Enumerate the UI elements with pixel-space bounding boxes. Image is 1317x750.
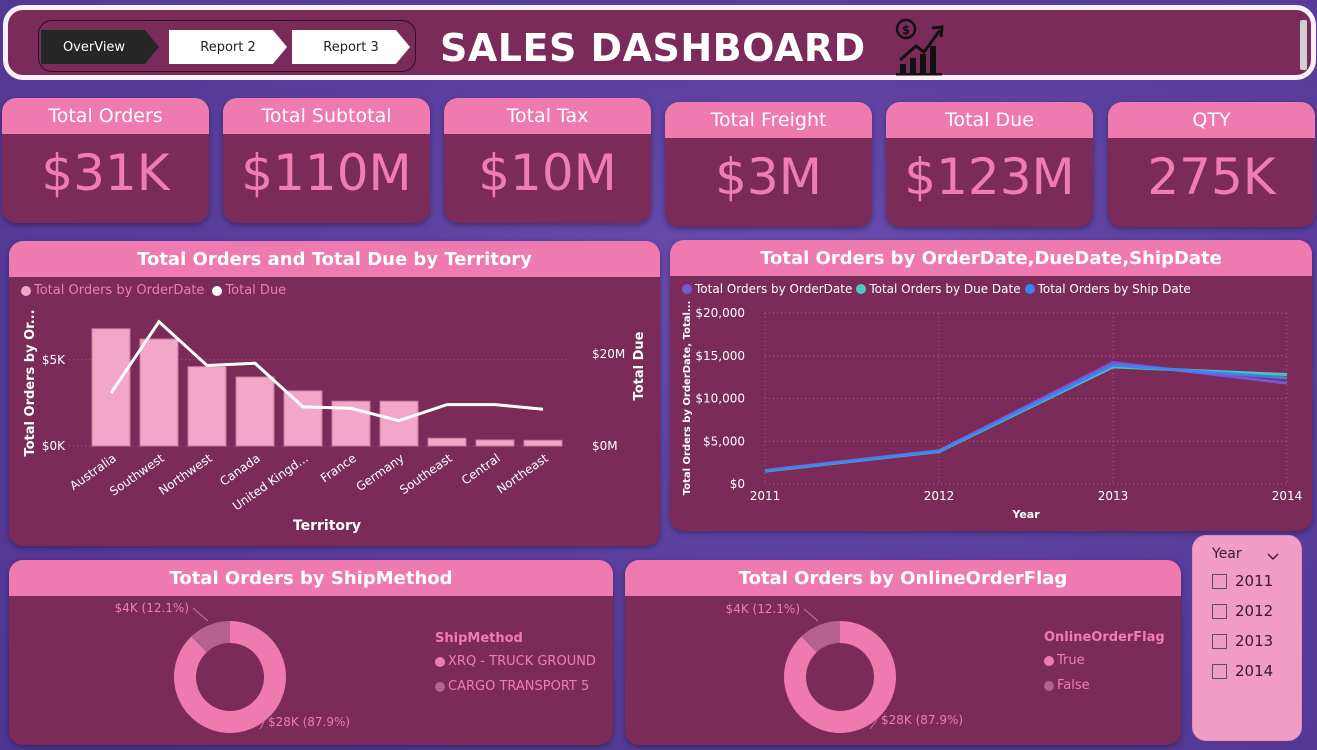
slicer-option-2012[interactable]: 2012 xyxy=(1212,602,1273,620)
checkbox[interactable] xyxy=(1212,573,1227,589)
territory-chart-card: Total Orders and Total Due by Territory … xyxy=(9,241,660,546)
data-label: $4K (12.1%) xyxy=(726,602,800,616)
nav-overview-button[interactable]: OverView xyxy=(41,30,159,64)
nav-report-3-button[interactable]: Report 3 xyxy=(292,30,410,64)
legend-item[interactable]: True xyxy=(1044,653,1085,668)
x-tick-label: Southeast xyxy=(397,451,455,497)
kpi-value: $123M xyxy=(904,148,1075,206)
slicer-option-2013[interactable]: 2013 xyxy=(1212,632,1273,650)
kpi-label: Total Tax xyxy=(444,98,651,134)
x-tick-label: Southwest xyxy=(107,451,167,499)
x-tick-label: 2014 xyxy=(1272,489,1303,503)
leader-line xyxy=(803,608,819,622)
slicer-title: Year xyxy=(1212,546,1242,562)
y2-tick-label: $20M xyxy=(592,347,625,361)
chart-growth-dollar-icon: $ xyxy=(892,18,946,80)
series-line xyxy=(764,363,1288,473)
kpi-qty: QTY 275K xyxy=(1108,102,1315,227)
leader-line xyxy=(192,607,209,622)
onlineorder-chart-card: Total Orders by OnlineOrderFlag $28K (87… xyxy=(625,560,1181,745)
header-scrollbar[interactable] xyxy=(1300,20,1307,70)
shipmethod-donut[interactable]: $28K (87.9%) $4K (12.1%) xyxy=(9,560,613,745)
kpi-value: 275K xyxy=(1147,148,1276,206)
x-tick-label: 2012 xyxy=(924,489,955,503)
shipmethod-legend-title: ShipMethod xyxy=(435,631,523,646)
x-axis-label: Year xyxy=(1011,508,1040,521)
bar xyxy=(283,390,323,447)
checkbox[interactable] xyxy=(1212,633,1227,649)
chevron-down-icon[interactable] xyxy=(1267,546,1279,565)
kpi-label: Total Orders xyxy=(2,98,209,134)
x-tick-label: 2011 xyxy=(750,489,781,503)
y-tick-label: $10,000 xyxy=(695,392,745,406)
kpi-value: $31K xyxy=(41,144,170,202)
y2-tick-label: $0M xyxy=(592,439,618,453)
y2-axis-label: Total Due xyxy=(632,331,647,400)
kpi-value: $10M xyxy=(478,144,617,202)
data-label: $4K (12.1%) xyxy=(115,601,189,615)
date-chart-card: Total Orders by OrderDate,DueDate,ShipDa… xyxy=(670,240,1312,531)
y-tick-label: $20,000 xyxy=(695,306,745,320)
data-label: $28K (87.9%) xyxy=(881,713,963,727)
x-tick-label: Northeast xyxy=(494,451,551,497)
kpi-value: $3M xyxy=(715,148,822,206)
x-tick-label: 2013 xyxy=(1098,489,1129,503)
y-axis-label: Total Orders by OrderDate, Total... xyxy=(682,301,693,496)
x-tick-label: France xyxy=(318,451,359,485)
nav-report-2-button[interactable]: Report 2 xyxy=(169,30,287,64)
slicer-option-2014[interactable]: 2014 xyxy=(1212,662,1273,680)
bar xyxy=(235,376,275,447)
kpi-label: Total Subtotal xyxy=(223,98,430,134)
y-axis-label: Total Orders by Or... xyxy=(23,309,38,456)
data-label: $28K (87.9%) xyxy=(268,715,350,729)
kpi-total-orders: Total Orders $31K xyxy=(2,98,209,223)
kpi-label: Total Due xyxy=(886,102,1093,138)
bar xyxy=(379,400,419,447)
x-tick-label: Northwest xyxy=(156,451,215,498)
checkbox[interactable] xyxy=(1212,603,1227,619)
kpi-total-freight: Total Freight $3M xyxy=(665,102,872,227)
page-navigator: OverView Report 2 Report 3 xyxy=(38,20,416,72)
y-tick-label: $0 xyxy=(730,477,745,491)
legend-item[interactable]: XRQ - TRUCK GROUND xyxy=(435,654,596,669)
y-tick-label: $5,000 xyxy=(703,434,745,448)
date-chart[interactable]: $0 $5,000 $10,000 $15,000 $20,000 2011 2012 201… xyxy=(670,240,1312,531)
x-axis-label: Territory xyxy=(293,518,361,534)
legend-item[interactable]: CARGO TRANSPORT 5 xyxy=(435,679,589,694)
onlineorder-legend-title: OnlineOrderFlag xyxy=(1044,630,1165,645)
series-line xyxy=(764,365,1288,473)
y-tick-label: $15,000 xyxy=(695,349,745,363)
legend-item[interactable]: False xyxy=(1044,678,1090,693)
x-tick-label: Central xyxy=(459,451,503,488)
bar xyxy=(139,338,179,447)
kpi-label: Total Freight xyxy=(665,102,872,138)
shipmethod-chart-card: Total Orders by ShipMethod $28K (87.9%) $… xyxy=(9,560,613,745)
dashboard-header: OverView Report 2 Report 3 SALES DASHBOA… xyxy=(3,5,1316,80)
kpi-value: $110M xyxy=(241,144,412,202)
bar xyxy=(91,328,131,447)
kpi-total-tax: Total Tax $10M xyxy=(444,98,651,223)
kpi-total-subtotal: Total Subtotal $110M xyxy=(223,98,430,223)
series-line xyxy=(764,361,1288,472)
year-slicer: Year 2011 2012 2013 2014 xyxy=(1192,535,1302,741)
page-title: SALES DASHBOARD xyxy=(440,26,866,70)
bar xyxy=(475,439,515,447)
bar xyxy=(427,437,467,447)
checkbox[interactable] xyxy=(1212,663,1227,679)
territory-chart[interactable]: $0K$5K$0M$20MTotal Orders by Or... Total … xyxy=(9,241,660,546)
bar xyxy=(187,366,227,447)
bar xyxy=(523,439,563,447)
kpi-label: QTY xyxy=(1108,102,1315,138)
kpi-total-due: Total Due $123M xyxy=(886,102,1093,227)
y-tick-label: $0K xyxy=(42,439,66,453)
y-tick-label: $5K xyxy=(42,353,66,367)
svg-text:$: $ xyxy=(902,23,910,37)
onlineorder-donut[interactable]: $28K (87.9%) $4K (12.1%) xyxy=(625,560,1181,745)
slicer-option-2011[interactable]: 2011 xyxy=(1212,572,1273,590)
